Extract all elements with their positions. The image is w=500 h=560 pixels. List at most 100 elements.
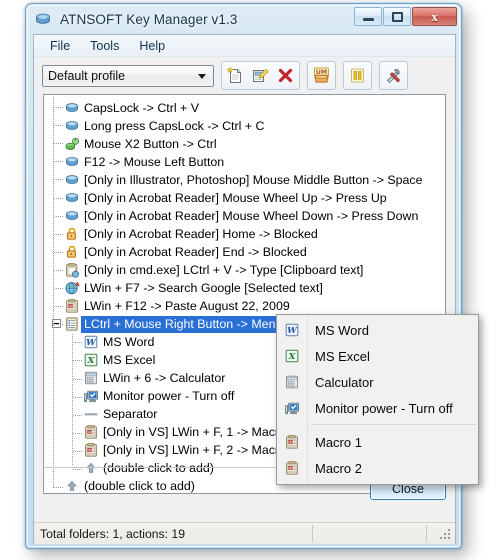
tree-guide-vertical-root bbox=[53, 97, 54, 490]
tree-row-label: [Only in Acrobat Reader] Home -> Blocked bbox=[84, 227, 318, 241]
close-window-button[interactable]: x bbox=[412, 7, 457, 26]
tree-row-label: MS Excel bbox=[103, 353, 156, 367]
context-menu-separator bbox=[311, 424, 476, 425]
autotext-button[interactable]: UM bbox=[309, 63, 334, 88]
minimize-icon bbox=[362, 18, 374, 21]
edit-document-icon bbox=[253, 68, 269, 82]
status-separator-2 bbox=[426, 525, 427, 542]
tree-row[interactable]: [Only in cmd.exe] LCtrl + V -> Type [Cli… bbox=[44, 261, 445, 279]
tree-row[interactable]: LWin + F7 -> Search Google [Selected tex… bbox=[44, 279, 445, 297]
delete-action-button[interactable] bbox=[273, 63, 298, 88]
edit-action-button[interactable] bbox=[248, 63, 273, 88]
tree-guide-tick bbox=[54, 143, 63, 144]
context-menu-item-label: Macro 1 bbox=[315, 434, 362, 450]
tree-guide-tick bbox=[54, 161, 63, 162]
context-menu-item[interactable]: A Macro 2 bbox=[277, 455, 478, 481]
profile-combobox[interactable]: Default profile bbox=[42, 64, 214, 87]
context-menu-item[interactable]: Calculator bbox=[277, 369, 478, 395]
ms-word-icon: W bbox=[82, 333, 100, 351]
tree-guide-tick bbox=[73, 415, 82, 416]
context-menu-item[interactable]: X MS Excel bbox=[277, 343, 478, 369]
lock-icon bbox=[63, 225, 81, 243]
clipboard-text-icon: A bbox=[82, 441, 100, 459]
tree-row[interactable]: [Only in Acrobat Reader] Mouse Wheel Up … bbox=[44, 189, 445, 207]
tree-row[interactable]: CapsLock -> Ctrl + V bbox=[44, 99, 445, 117]
tree-row-label: F12 -> Mouse Left Button bbox=[84, 155, 225, 169]
svg-text:W: W bbox=[287, 326, 298, 336]
tree-row[interactable]: [Only in Acrobat Reader] Mouse Wheel Dow… bbox=[44, 207, 445, 225]
key-icon-glyph bbox=[36, 13, 50, 24]
tree-row-label: [Only in cmd.exe] LCtrl + V -> Type [Cli… bbox=[84, 263, 364, 277]
globe-icon bbox=[63, 279, 81, 297]
context-menu-item-label: MS Word bbox=[315, 322, 369, 338]
tree-guide-tick bbox=[73, 433, 82, 434]
toolbar-group-settings bbox=[379, 61, 408, 90]
tree-row[interactable]: A LWin + F12 -> Paste August 22, 2009 bbox=[44, 297, 445, 315]
tree-row-label: Mouse X2 Button -> Ctrl bbox=[84, 137, 217, 151]
context-menu-item-label: Monitor power - Turn off bbox=[315, 400, 453, 416]
pause-icon bbox=[351, 68, 364, 83]
context-menu-item[interactable]: Monitor power - Turn off bbox=[277, 395, 478, 421]
tree-row[interactable]: [Only in Acrobat Reader] Home -> Blocked bbox=[44, 225, 445, 243]
context-menu-item-label: Macro 2 bbox=[315, 460, 362, 476]
tree-row-label: [Only in VS] LWin + F, 1 -> Macro 1 bbox=[103, 425, 297, 439]
toolbar: Default profile UM bbox=[34, 57, 455, 94]
status-separator-1 bbox=[312, 525, 313, 542]
profile-combobox-value: Default profile bbox=[48, 68, 126, 83]
lock-icon bbox=[63, 243, 81, 261]
tree-row[interactable]: [Only in Illustrator, Photoshop] Mouse M… bbox=[44, 171, 445, 189]
tree-guide-tick bbox=[54, 179, 63, 180]
maximize-button[interactable] bbox=[383, 7, 411, 26]
tree-row-label: LWin + F7 -> Search Google [Selected tex… bbox=[84, 281, 323, 295]
tree-row[interactable]: Mouse X2 Button -> Ctrl bbox=[44, 135, 445, 153]
menu-list-icon bbox=[63, 315, 81, 333]
tree-row[interactable]: Long press CapsLock -> Ctrl + C bbox=[44, 117, 445, 135]
menu-file[interactable]: File bbox=[40, 37, 80, 55]
monitor-icon bbox=[82, 387, 100, 405]
tree-guide-tick bbox=[54, 234, 63, 235]
tree-guide-tick bbox=[73, 397, 82, 398]
tree-guide-tick bbox=[54, 270, 63, 271]
svg-text:UM: UM bbox=[316, 68, 328, 76]
title-bar[interactable]: ATNSOFT Key Manager v1.3 x bbox=[26, 4, 461, 34]
context-menu-item-label: MS Excel bbox=[315, 348, 370, 364]
tree-guide-tick bbox=[54, 288, 63, 289]
clipboard-text-icon: A bbox=[63, 297, 81, 315]
tree-row-label: LCtrl + Mouse Right Button -> Menu bbox=[81, 315, 286, 333]
tree-row-label: LWin + 6 -> Calculator bbox=[103, 371, 226, 385]
status-bar: Total folders: 1, actions: 19 bbox=[34, 522, 455, 544]
pause-button[interactable] bbox=[345, 63, 370, 88]
toolbar-group-pause bbox=[343, 61, 372, 90]
delete-red-x-icon bbox=[278, 68, 293, 83]
context-menu-preview[interactable]: W MS Word X MS Excel Calculator Monitor power… bbox=[276, 314, 479, 485]
svg-text:X: X bbox=[87, 356, 95, 366]
blue-key-icon bbox=[63, 153, 81, 171]
tree-guide-tick bbox=[54, 125, 63, 126]
toolbar-group-actions bbox=[221, 61, 300, 90]
screenshot-root: ATNSOFT Key Manager v1.3 x File Tools He… bbox=[0, 0, 500, 560]
new-action-button[interactable] bbox=[223, 63, 248, 88]
tree-row[interactable]: [Only in Acrobat Reader] End -> Blocked bbox=[44, 243, 445, 261]
ms-excel-icon: X bbox=[82, 351, 100, 369]
context-menu-item[interactable]: W MS Word bbox=[277, 317, 478, 343]
separator-icon bbox=[82, 405, 100, 423]
tree-row[interactable]: F12 -> Mouse Left Button bbox=[44, 153, 445, 171]
monitor-icon bbox=[277, 395, 307, 421]
settings-button[interactable] bbox=[381, 63, 406, 88]
tree-guide-tick bbox=[54, 198, 63, 199]
tree-guide-tick bbox=[54, 107, 63, 108]
toolbar-group-autotext: UM bbox=[307, 61, 336, 90]
menu-tools[interactable]: Tools bbox=[80, 37, 129, 55]
context-menu-item[interactable]: A Macro 1 bbox=[277, 429, 478, 455]
minimize-button[interactable] bbox=[354, 7, 382, 26]
tree-row-label: MS Word bbox=[103, 335, 155, 349]
resize-grip[interactable] bbox=[440, 529, 452, 541]
key-icon bbox=[35, 11, 52, 27]
green-mouse-icon bbox=[63, 135, 81, 153]
tree-row-label: [Only in Illustrator, Photoshop] Mouse M… bbox=[84, 173, 423, 187]
tree-row-label: [Only in VS] LWin + F, 2 -> Macro 2 bbox=[103, 443, 297, 457]
tools-hammer-wrench-icon bbox=[386, 69, 400, 84]
menu-help[interactable]: Help bbox=[129, 37, 175, 55]
tree-guide-tick bbox=[73, 379, 82, 380]
tree-row-label: CapsLock -> Ctrl + V bbox=[84, 101, 200, 115]
